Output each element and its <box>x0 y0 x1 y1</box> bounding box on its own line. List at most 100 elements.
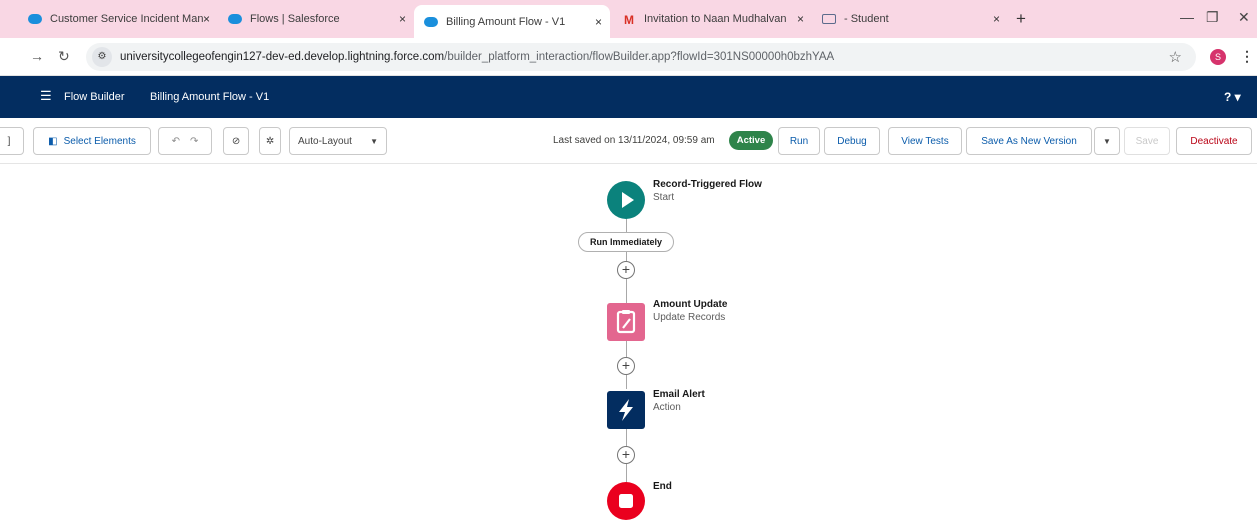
update-records-icon <box>616 310 636 334</box>
select-elements-button[interactable]: ◧ Select Elements <box>33 127 151 155</box>
select-elements-label: Select Elements <box>63 135 136 147</box>
browser-tab-student[interactable]: - Student × <box>812 5 1008 33</box>
status-badge: Active <box>729 131 773 150</box>
redo-icon[interactable]: ↷ <box>190 136 198 147</box>
salesforce-cloud-icon <box>228 14 242 24</box>
close-icon[interactable]: × <box>993 12 1000 26</box>
start-node[interactable] <box>607 181 645 219</box>
bookmark-star-icon[interactable]: ☆ <box>1169 48 1182 66</box>
flow-toolbar: ] ◧ Select Elements ↶ ↷ ⊘ ✲ Auto-Layout … <box>0 118 1257 164</box>
salesforce-cloud-icon <box>424 16 438 27</box>
site-info-icon[interactable]: ⚙ <box>92 47 112 67</box>
run-label: Run <box>789 135 809 147</box>
run-immediately-path-label[interactable]: Run Immediately <box>578 232 674 252</box>
amount-update-name: Amount Update <box>653 299 728 310</box>
play-icon <box>607 181 645 219</box>
close-icon[interactable]: × <box>203 12 210 26</box>
browser-tab-customer-service[interactable]: Customer Service Incident Man × <box>18 5 218 33</box>
profile-avatar[interactable]: S <box>1210 49 1226 65</box>
save-as-new-version-button[interactable]: Save As New Version <box>966 127 1092 155</box>
restore-icon[interactable]: ❐ <box>1206 10 1219 24</box>
reload-icon[interactable]: ↻ <box>58 49 70 63</box>
email-alert-label: Email Alert Action <box>653 389 705 413</box>
save-as-new-version-label: Save As New Version <box>981 135 1077 147</box>
help-menu[interactable]: ? ▾ <box>1224 90 1241 104</box>
flow-builder-app-icon: ☰ <box>40 88 52 103</box>
last-saved-text: Last saved on 13/11/2024, 09:59 am <box>553 135 715 146</box>
amount-update-type: Update Records <box>653 312 726 323</box>
add-element-button[interactable]: + <box>617 446 635 464</box>
toggle-toolbox-button[interactable]: ] <box>0 127 24 155</box>
view-tests-label: View Tests <box>901 135 949 147</box>
close-icon[interactable]: × <box>797 12 804 26</box>
close-icon[interactable]: × <box>399 12 406 26</box>
url-text: universitycollegeofengin127-dev-ed.devel… <box>120 51 834 63</box>
chevron-down-icon: ▼ <box>370 136 378 146</box>
undo-icon[interactable]: ↶ <box>172 136 180 147</box>
amount-update-node[interactable] <box>607 303 645 341</box>
errors-button[interactable]: ⊘ <box>223 127 249 155</box>
browser-address-row: → ↻ ⚙ universitycollegeofengin127-dev-ed… <box>0 38 1257 76</box>
end-node-name: End <box>653 481 672 492</box>
tab-title: Flows | Salesforce <box>250 13 340 25</box>
plus-icon: + <box>621 261 631 277</box>
address-bar[interactable]: ⚙ universitycollegeofengin127-dev-ed.dev… <box>86 43 1196 71</box>
flow-canvas[interactable]: Record-Triggered Flow Start Run Immediat… <box>0 165 1257 529</box>
plus-icon: + <box>621 357 631 373</box>
tab-title: Billing Amount Flow - V1 <box>446 15 566 28</box>
email-alert-name: Email Alert <box>653 389 705 400</box>
canvas-settings-button[interactable]: ✲ <box>259 127 281 155</box>
add-element-button[interactable]: + <box>617 357 635 375</box>
flow-builder-header: ☰ Flow Builder Billing Amount Flow - V1 … <box>0 76 1257 118</box>
start-node-type: Start <box>653 192 675 203</box>
start-node-name: Record-Triggered Flow <box>653 179 762 190</box>
tab-title: Invitation to Naan Mudhalvan <box>644 13 787 25</box>
email-alert-type: Action <box>653 402 681 413</box>
gmail-icon: M <box>624 13 634 27</box>
no-errors-icon: ⊘ <box>231 135 241 147</box>
undo-redo-group: ↶ ↷ <box>158 127 212 155</box>
debug-label: Debug <box>837 135 867 147</box>
close-icon[interactable]: × <box>595 15 602 29</box>
run-button[interactable]: Run <box>778 127 820 155</box>
gear-icon: ✲ <box>265 135 275 147</box>
app-name: Flow Builder <box>64 91 125 103</box>
layout-mode-select[interactable]: Auto-Layout ▼ <box>289 127 387 155</box>
email-alert-node[interactable] <box>607 391 645 429</box>
url-host: universitycollegeofengin127-dev-ed.devel… <box>120 51 445 63</box>
browser-tab-invitation[interactable]: M Invitation to Naan Mudhalvan × <box>612 5 812 33</box>
document-icon <box>822 14 836 24</box>
start-node-label: Record-Triggered Flow Start <box>653 179 762 203</box>
panel-toggle-icon: ] <box>7 135 11 147</box>
browser-menu-icon[interactable]: ⋮ <box>1240 48 1254 65</box>
new-tab-icon[interactable]: + <box>1016 10 1026 27</box>
window-close-icon[interactable]: ✕ <box>1238 10 1250 24</box>
select-elements-icon: ◧ <box>48 135 58 147</box>
minimize-icon[interactable]: — <box>1180 10 1194 24</box>
chevron-down-icon: ▼ <box>1103 136 1111 146</box>
layout-mode-label: Auto-Layout <box>298 135 352 147</box>
tab-title: - Student <box>844 13 889 25</box>
deactivate-label: Deactivate <box>1190 135 1238 147</box>
browser-tab-billing-amount-flow[interactable]: Billing Amount Flow - V1 × <box>414 5 610 38</box>
view-tests-button[interactable]: View Tests <box>888 127 962 155</box>
add-element-button[interactable]: + <box>617 261 635 279</box>
salesforce-cloud-icon <box>28 14 42 24</box>
deactivate-button[interactable]: Deactivate <box>1176 127 1252 155</box>
forward-arrow-icon[interactable]: → <box>30 49 44 63</box>
url-path: /builder_platform_interaction/flowBuilde… <box>444 51 835 63</box>
lightning-bolt-icon <box>619 399 633 421</box>
end-node-label: End <box>653 481 672 492</box>
browser-tab-flows[interactable]: Flows | Salesforce × <box>218 5 414 33</box>
flow-name: Billing Amount Flow - V1 <box>150 91 270 103</box>
plus-icon: + <box>621 446 631 462</box>
end-node[interactable] <box>607 482 645 520</box>
browser-tab-strip: Customer Service Incident Man × Flows | … <box>0 0 1257 38</box>
tab-title: Customer Service Incident Man <box>50 13 204 25</box>
save-options-button[interactable]: ▼ <box>1094 127 1120 155</box>
amount-update-label: Amount Update Update Records <box>653 299 727 323</box>
debug-button[interactable]: Debug <box>824 127 880 155</box>
save-label: Save <box>1135 135 1159 147</box>
save-button[interactable]: Save <box>1124 127 1170 155</box>
stop-icon <box>607 482 645 520</box>
